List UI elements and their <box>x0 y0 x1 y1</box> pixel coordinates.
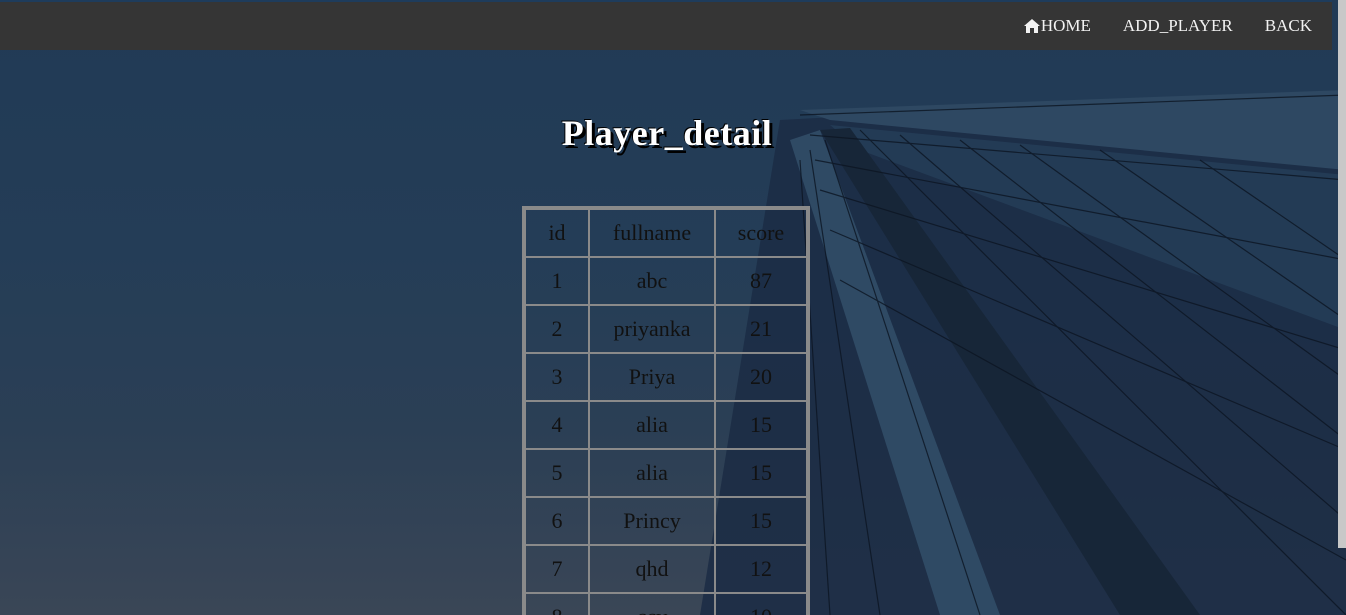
cell-score: 12 <box>715 545 807 593</box>
table-row: 5 alia 15 <box>525 449 807 497</box>
home-icon <box>1023 19 1040 33</box>
page-title: Player_detail <box>561 113 773 153</box>
table-header-row: id fullname score <box>525 209 807 257</box>
cell-id: 7 <box>525 545 589 593</box>
cell-fullname: Priya <box>589 353 715 401</box>
back-link-label: BACK <box>1264 16 1312 35</box>
cell-score: 15 <box>715 449 807 497</box>
vertical-scrollbar[interactable] <box>1338 0 1346 548</box>
add-player-link-label: ADD_PLAYER <box>1122 16 1233 35</box>
cell-fullname: abc <box>589 257 715 305</box>
cell-fullname: priyanka <box>589 305 715 353</box>
cell-id: 5 <box>525 449 589 497</box>
cell-id: 2 <box>525 305 589 353</box>
add-player-link[interactable]: ADD_PLAYER <box>1107 16 1249 36</box>
cell-id: 8 <box>525 593 589 615</box>
back-link[interactable]: BACK <box>1249 16 1328 36</box>
table-row: 1 abc 87 <box>525 257 807 305</box>
column-header-id: id <box>525 209 589 257</box>
cell-id: 1 <box>525 257 589 305</box>
player-table: id fullname score 1 abc 87 2 priyanka 21… <box>522 206 810 615</box>
table-row: 6 Princy 15 <box>525 497 807 545</box>
cell-score: 15 <box>715 401 807 449</box>
cell-fullname: alia <box>589 401 715 449</box>
cell-id: 6 <box>525 497 589 545</box>
home-link-label: HOME <box>1040 16 1091 35</box>
cell-fullname: alia <box>589 449 715 497</box>
cell-id: 3 <box>525 353 589 401</box>
cell-score: 20 <box>715 353 807 401</box>
table-row: 2 priyanka 21 <box>525 305 807 353</box>
cell-fullname: qhd <box>589 545 715 593</box>
cell-score: 10 <box>715 593 807 615</box>
column-header-score: score <box>715 209 807 257</box>
top-navbar: HOME ADD_PLAYER BACK <box>0 0 1332 50</box>
table-row: 4 alia 15 <box>525 401 807 449</box>
nav-links: HOME ADD_PLAYER BACK <box>1008 2 1328 50</box>
cell-fullname: ccv <box>589 593 715 615</box>
cell-id: 4 <box>525 401 589 449</box>
table-row: 3 Priya 20 <box>525 353 807 401</box>
home-link[interactable]: HOME <box>1008 16 1107 36</box>
cell-score: 87 <box>715 257 807 305</box>
table-row: 8 ccv 10 <box>525 593 807 615</box>
cell-score: 15 <box>715 497 807 545</box>
column-header-fullname: fullname <box>589 209 715 257</box>
cell-score: 21 <box>715 305 807 353</box>
table-row: 7 qhd 12 <box>525 545 807 593</box>
cell-fullname: Princy <box>589 497 715 545</box>
page: HOME ADD_PLAYER BACK Player_detail id fu… <box>0 0 1346 615</box>
